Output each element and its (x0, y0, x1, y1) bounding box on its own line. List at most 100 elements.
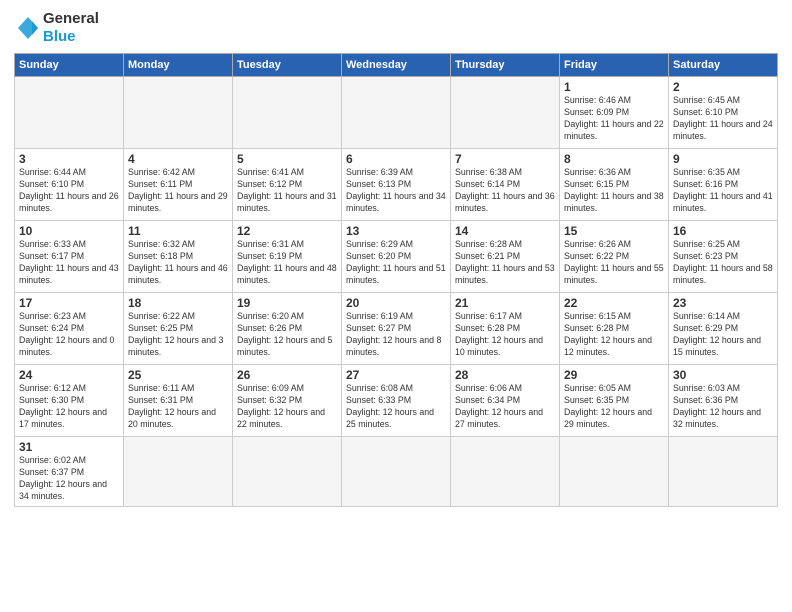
calendar-cell: 17Sunrise: 6:23 AM Sunset: 6:24 PM Dayli… (15, 293, 124, 365)
day-info: Sunrise: 6:29 AM Sunset: 6:20 PM Dayligh… (346, 239, 446, 287)
day-info: Sunrise: 6:32 AM Sunset: 6:18 PM Dayligh… (128, 239, 228, 287)
day-info: Sunrise: 6:08 AM Sunset: 6:33 PM Dayligh… (346, 383, 446, 431)
week-row-2: 3Sunrise: 6:44 AM Sunset: 6:10 PM Daylig… (15, 149, 778, 221)
day-number: 23 (673, 296, 773, 310)
day-info: Sunrise: 6:03 AM Sunset: 6:36 PM Dayligh… (673, 383, 773, 431)
calendar-cell: 28Sunrise: 6:06 AM Sunset: 6:34 PM Dayli… (451, 365, 560, 437)
calendar-cell: 8Sunrise: 6:36 AM Sunset: 6:15 PM Daylig… (560, 149, 669, 221)
calendar-cell: 25Sunrise: 6:11 AM Sunset: 6:31 PM Dayli… (124, 365, 233, 437)
calendar-header-row: SundayMondayTuesdayWednesdayThursdayFrid… (15, 54, 778, 77)
day-number: 28 (455, 368, 555, 382)
day-number: 1 (564, 80, 664, 94)
calendar-cell: 4Sunrise: 6:42 AM Sunset: 6:11 PM Daylig… (124, 149, 233, 221)
day-number: 27 (346, 368, 446, 382)
day-number: 19 (237, 296, 337, 310)
calendar-cell: 1Sunrise: 6:46 AM Sunset: 6:09 PM Daylig… (560, 77, 669, 149)
day-number: 31 (19, 440, 119, 454)
day-number: 12 (237, 224, 337, 238)
day-info: Sunrise: 6:42 AM Sunset: 6:11 PM Dayligh… (128, 167, 228, 215)
header-sunday: Sunday (15, 54, 124, 77)
calendar-cell: 30Sunrise: 6:03 AM Sunset: 6:36 PM Dayli… (669, 365, 778, 437)
calendar-cell: 12Sunrise: 6:31 AM Sunset: 6:19 PM Dayli… (233, 221, 342, 293)
day-info: Sunrise: 6:39 AM Sunset: 6:13 PM Dayligh… (346, 167, 446, 215)
day-number: 4 (128, 152, 228, 166)
week-row-3: 10Sunrise: 6:33 AM Sunset: 6:17 PM Dayli… (15, 221, 778, 293)
calendar-cell: 6Sunrise: 6:39 AM Sunset: 6:13 PM Daylig… (342, 149, 451, 221)
day-info: Sunrise: 6:44 AM Sunset: 6:10 PM Dayligh… (19, 167, 119, 215)
day-info: Sunrise: 6:17 AM Sunset: 6:28 PM Dayligh… (455, 311, 555, 359)
calendar-cell: 21Sunrise: 6:17 AM Sunset: 6:28 PM Dayli… (451, 293, 560, 365)
day-number: 11 (128, 224, 228, 238)
calendar-cell: 15Sunrise: 6:26 AM Sunset: 6:22 PM Dayli… (560, 221, 669, 293)
calendar-cell: 7Sunrise: 6:38 AM Sunset: 6:14 PM Daylig… (451, 149, 560, 221)
day-number: 25 (128, 368, 228, 382)
day-number: 2 (673, 80, 773, 94)
logo-container: General Blue (14, 10, 99, 45)
calendar-cell: 3Sunrise: 6:44 AM Sunset: 6:10 PM Daylig… (15, 149, 124, 221)
header-wednesday: Wednesday (342, 54, 451, 77)
day-info: Sunrise: 6:15 AM Sunset: 6:28 PM Dayligh… (564, 311, 664, 359)
calendar-cell (342, 437, 451, 507)
calendar-cell: 31Sunrise: 6:02 AM Sunset: 6:37 PM Dayli… (15, 437, 124, 507)
day-number: 16 (673, 224, 773, 238)
week-row-6: 31Sunrise: 6:02 AM Sunset: 6:37 PM Dayli… (15, 437, 778, 507)
day-number: 17 (19, 296, 119, 310)
day-number: 10 (19, 224, 119, 238)
header-thursday: Thursday (451, 54, 560, 77)
day-info: Sunrise: 6:26 AM Sunset: 6:22 PM Dayligh… (564, 239, 664, 287)
day-info: Sunrise: 6:36 AM Sunset: 6:15 PM Dayligh… (564, 167, 664, 215)
day-number: 26 (237, 368, 337, 382)
day-info: Sunrise: 6:46 AM Sunset: 6:09 PM Dayligh… (564, 95, 664, 143)
logo-triangle-icon (14, 15, 40, 41)
day-info: Sunrise: 6:45 AM Sunset: 6:10 PM Dayligh… (673, 95, 773, 143)
calendar-cell: 18Sunrise: 6:22 AM Sunset: 6:25 PM Dayli… (124, 293, 233, 365)
calendar-cell (15, 77, 124, 149)
calendar-cell (124, 437, 233, 507)
day-info: Sunrise: 6:20 AM Sunset: 6:26 PM Dayligh… (237, 311, 337, 359)
calendar-cell: 26Sunrise: 6:09 AM Sunset: 6:32 PM Dayli… (233, 365, 342, 437)
calendar-cell: 19Sunrise: 6:20 AM Sunset: 6:26 PM Dayli… (233, 293, 342, 365)
calendar-cell: 29Sunrise: 6:05 AM Sunset: 6:35 PM Dayli… (560, 365, 669, 437)
day-info: Sunrise: 6:02 AM Sunset: 6:37 PM Dayligh… (19, 455, 119, 503)
day-number: 24 (19, 368, 119, 382)
header-monday: Monday (124, 54, 233, 77)
calendar-cell: 10Sunrise: 6:33 AM Sunset: 6:17 PM Dayli… (15, 221, 124, 293)
day-number: 9 (673, 152, 773, 166)
day-info: Sunrise: 6:28 AM Sunset: 6:21 PM Dayligh… (455, 239, 555, 287)
logo: General Blue (14, 10, 99, 45)
day-number: 18 (128, 296, 228, 310)
day-number: 21 (455, 296, 555, 310)
calendar-cell: 11Sunrise: 6:32 AM Sunset: 6:18 PM Dayli… (124, 221, 233, 293)
day-info: Sunrise: 6:12 AM Sunset: 6:30 PM Dayligh… (19, 383, 119, 431)
day-info: Sunrise: 6:25 AM Sunset: 6:23 PM Dayligh… (673, 239, 773, 287)
day-number: 29 (564, 368, 664, 382)
calendar-cell: 2Sunrise: 6:45 AM Sunset: 6:10 PM Daylig… (669, 77, 778, 149)
calendar-cell: 9Sunrise: 6:35 AM Sunset: 6:16 PM Daylig… (669, 149, 778, 221)
logo-blue-text: Blue (43, 28, 76, 45)
header-saturday: Saturday (669, 54, 778, 77)
day-info: Sunrise: 6:14 AM Sunset: 6:29 PM Dayligh… (673, 311, 773, 359)
calendar-cell: 13Sunrise: 6:29 AM Sunset: 6:20 PM Dayli… (342, 221, 451, 293)
week-row-1: 1Sunrise: 6:46 AM Sunset: 6:09 PM Daylig… (15, 77, 778, 149)
day-info: Sunrise: 6:09 AM Sunset: 6:32 PM Dayligh… (237, 383, 337, 431)
day-info: Sunrise: 6:41 AM Sunset: 6:12 PM Dayligh… (237, 167, 337, 215)
day-number: 3 (19, 152, 119, 166)
calendar-cell: 16Sunrise: 6:25 AM Sunset: 6:23 PM Dayli… (669, 221, 778, 293)
day-number: 14 (455, 224, 555, 238)
calendar-cell (451, 437, 560, 507)
calendar-cell: 22Sunrise: 6:15 AM Sunset: 6:28 PM Dayli… (560, 293, 669, 365)
day-info: Sunrise: 6:05 AM Sunset: 6:35 PM Dayligh… (564, 383, 664, 431)
day-number: 7 (455, 152, 555, 166)
calendar-table: SundayMondayTuesdayWednesdayThursdayFrid… (14, 53, 778, 507)
day-info: Sunrise: 6:23 AM Sunset: 6:24 PM Dayligh… (19, 311, 119, 359)
calendar-cell: 24Sunrise: 6:12 AM Sunset: 6:30 PM Dayli… (15, 365, 124, 437)
day-info: Sunrise: 6:06 AM Sunset: 6:34 PM Dayligh… (455, 383, 555, 431)
day-number: 5 (237, 152, 337, 166)
day-info: Sunrise: 6:19 AM Sunset: 6:27 PM Dayligh… (346, 311, 446, 359)
header-friday: Friday (560, 54, 669, 77)
calendar-cell: 27Sunrise: 6:08 AM Sunset: 6:33 PM Dayli… (342, 365, 451, 437)
week-row-4: 17Sunrise: 6:23 AM Sunset: 6:24 PM Dayli… (15, 293, 778, 365)
day-info: Sunrise: 6:31 AM Sunset: 6:19 PM Dayligh… (237, 239, 337, 287)
day-info: Sunrise: 6:11 AM Sunset: 6:31 PM Dayligh… (128, 383, 228, 431)
day-number: 30 (673, 368, 773, 382)
